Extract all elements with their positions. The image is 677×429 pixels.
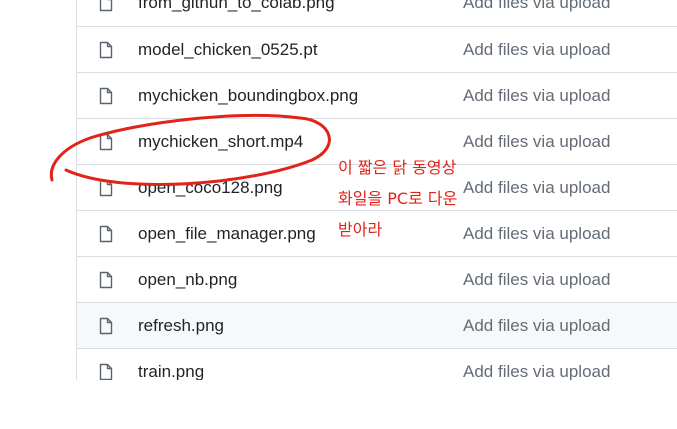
file-icon — [99, 179, 113, 197]
file-name-link[interactable]: open_coco128.png — [138, 165, 283, 211]
file-row[interactable]: from_githun_to_colab.png Add files via u… — [77, 0, 677, 26]
file-name-link[interactable]: from_githun_to_colab.png — [138, 0, 335, 26]
commit-message-link[interactable]: Add files via upload — [463, 119, 610, 165]
file-icon — [99, 133, 113, 151]
file-icon — [99, 41, 113, 59]
file-row[interactable]: refresh.png Add files via upload — [77, 302, 677, 348]
commit-message-link[interactable]: Add files via upload — [463, 303, 610, 349]
file-name-link[interactable]: open_nb.png — [138, 257, 237, 303]
file-row[interactable]: open_nb.png Add files via upload — [77, 256, 677, 302]
commit-message-link[interactable]: Add files via upload — [463, 73, 610, 119]
file-row[interactable]: open_coco128.png Add files via upload — [77, 164, 677, 210]
file-icon — [99, 317, 113, 335]
commit-message-link[interactable]: Add files via upload — [463, 0, 610, 26]
file-name-link[interactable]: mychicken_boundingbox.png — [138, 73, 358, 119]
file-row[interactable]: model_chicken_0525.pt Add files via uplo… — [77, 26, 677, 72]
commit-message-link[interactable]: Add files via upload — [463, 211, 610, 257]
file-row[interactable]: mychicken_short.mp4 Add files via upload — [77, 118, 677, 164]
file-name-link[interactable]: refresh.png — [138, 303, 224, 349]
file-icon — [99, 87, 113, 105]
commit-message-link[interactable]: Add files via upload — [463, 27, 610, 73]
file-row[interactable]: train.png Add files via upload — [77, 348, 677, 380]
file-name-link[interactable]: mychicken_short.mp4 — [138, 119, 303, 165]
file-name-link[interactable]: model_chicken_0525.pt — [138, 27, 318, 73]
file-name-link[interactable]: open_file_manager.png — [138, 211, 316, 257]
file-icon — [99, 0, 113, 12]
file-row[interactable]: open_file_manager.png Add files via uplo… — [77, 210, 677, 256]
file-icon — [99, 363, 113, 380]
file-row[interactable]: mychicken_boundingbox.png Add files via … — [77, 72, 677, 118]
commit-message-link[interactable]: Add files via upload — [463, 257, 610, 303]
repository-file-browser: from_githun_to_colab.png Add files via u… — [0, 0, 677, 429]
file-name-link[interactable]: train.png — [138, 349, 204, 380]
commit-message-link[interactable]: Add files via upload — [463, 165, 610, 211]
file-list: from_githun_to_colab.png Add files via u… — [76, 0, 677, 380]
file-icon — [99, 271, 113, 289]
commit-message-link[interactable]: Add files via upload — [463, 349, 610, 380]
file-icon — [99, 225, 113, 243]
